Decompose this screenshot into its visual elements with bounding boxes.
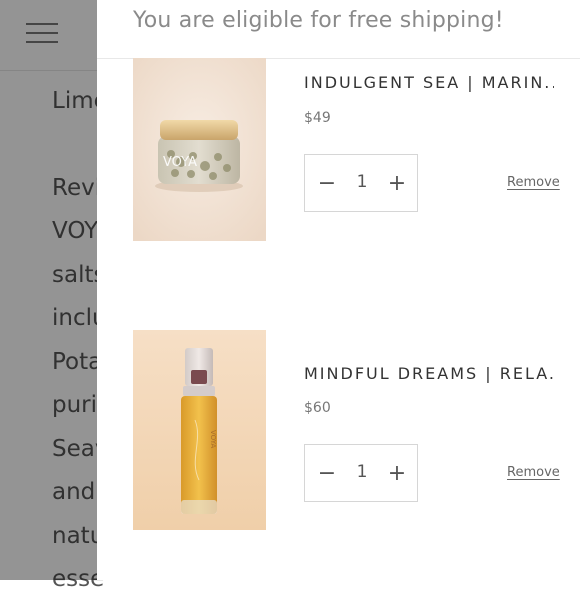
product-price: $60: [304, 400, 331, 416]
quantity-stepper: − 1 +: [304, 154, 418, 212]
plus-icon[interactable]: +: [383, 169, 411, 197]
free-shipping-message: You are eligible for free shipping!: [133, 8, 504, 33]
quantity-value[interactable]: 1: [345, 462, 379, 482]
bottle-brand-label: VOYA: [209, 430, 217, 449]
bottle-illustration: VOYA: [133, 330, 266, 530]
cart-drawer: You are eligible for free shipping! VOYA…: [97, 0, 580, 580]
remove-button[interactable]: Remove: [507, 465, 560, 480]
minus-icon[interactable]: −: [313, 169, 341, 197]
minus-icon[interactable]: −: [313, 459, 341, 487]
cart-header: You are eligible for free shipping!: [97, 0, 580, 59]
quantity-stepper: − 1 +: [304, 444, 418, 502]
product-title[interactable]: MINDFUL DREAMS | RELA...: [304, 364, 554, 383]
quantity-value[interactable]: 1: [345, 172, 379, 192]
product-title[interactable]: INDULGENT SEA | MARIN...: [304, 73, 554, 92]
jar-brand-label: VOYA: [163, 155, 197, 170]
plus-icon[interactable]: +: [383, 459, 411, 487]
product-price: $49: [304, 110, 331, 126]
remove-button[interactable]: Remove: [507, 175, 560, 190]
product-image-mindful-dreams[interactable]: VOYA: [133, 330, 266, 530]
product-image-indulgent-sea[interactable]: VOYA: [133, 58, 266, 241]
jar-illustration: VOYA: [133, 58, 266, 241]
